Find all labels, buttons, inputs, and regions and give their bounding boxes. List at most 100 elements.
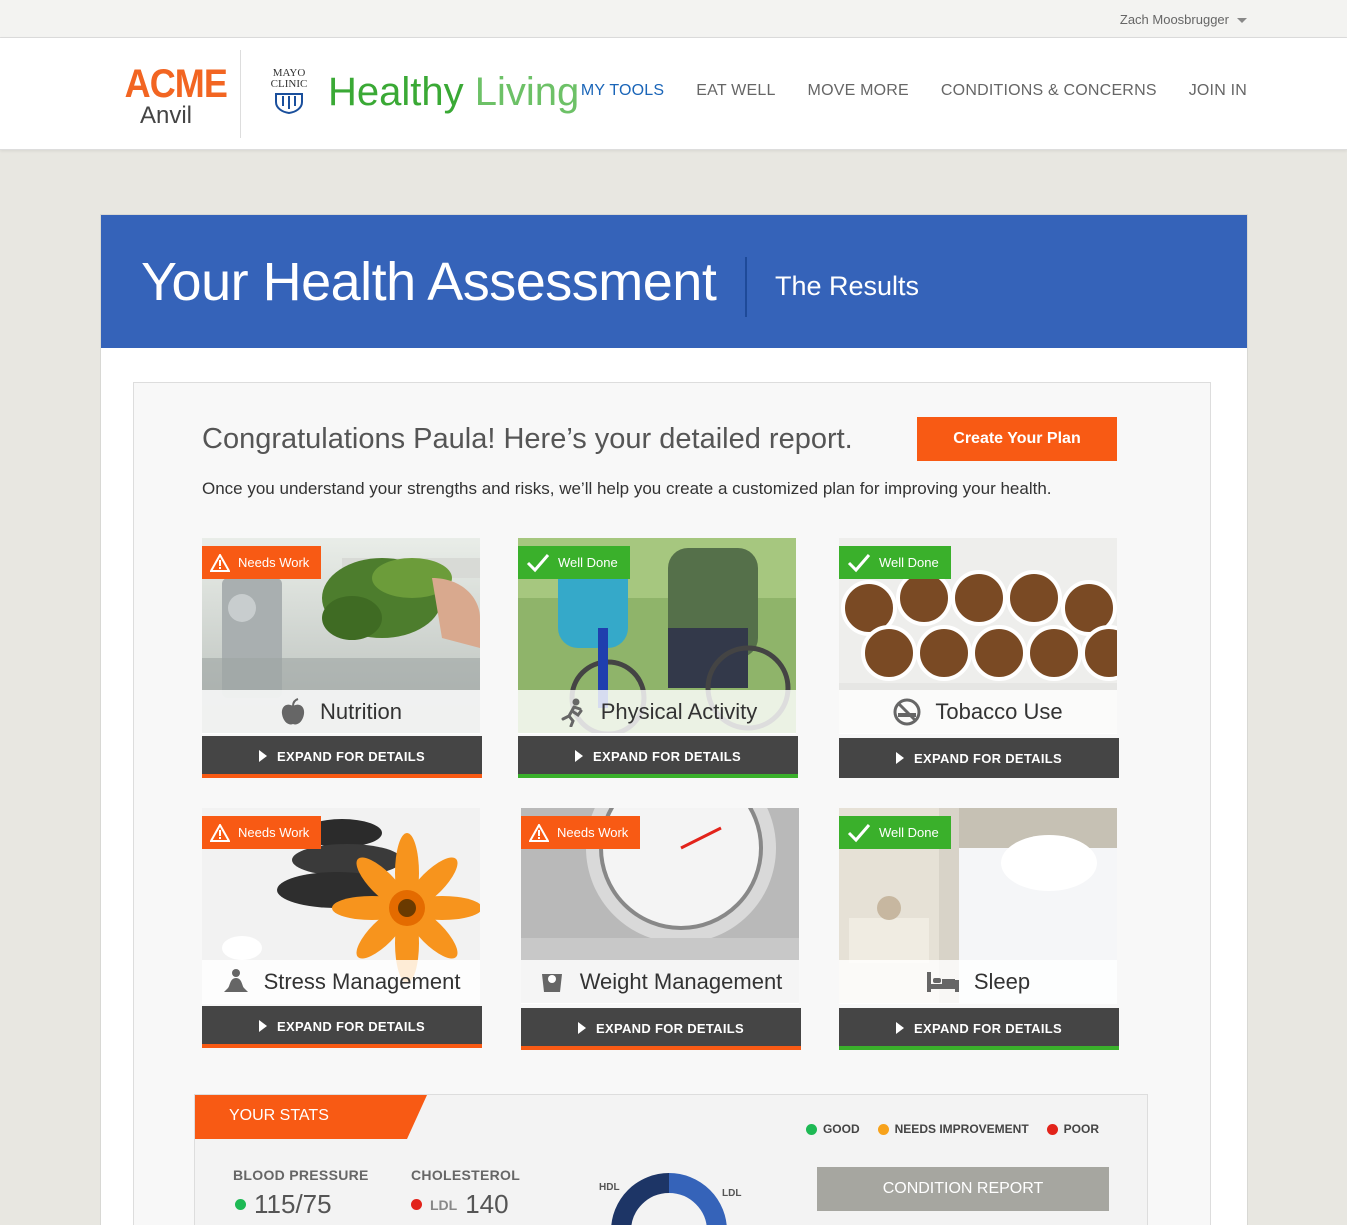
status-badge-label: Needs Work xyxy=(238,555,310,570)
status-underline xyxy=(521,1046,801,1050)
nav-conditions[interactable]: CONDITIONS & CONCERNS xyxy=(941,82,1157,100)
blood-pressure-value: 115/75 xyxy=(235,1189,332,1220)
status-badge-label: Needs Work xyxy=(238,825,310,840)
acme-logo-top: ACME xyxy=(124,62,228,106)
blood-pressure-reading: 115/75 xyxy=(254,1189,332,1219)
expand-details-button[interactable]: EXPAND FOR DETAILS xyxy=(202,736,482,776)
play-icon xyxy=(259,1020,268,1032)
card-nutrition: Needs Work Nutrition EXPAND FOR DETAILS xyxy=(202,538,482,778)
play-icon xyxy=(575,750,584,762)
nav-eat-well[interactable]: EAT WELL xyxy=(696,82,775,100)
main-nav: MY TOOLS EAT WELL MOVE MORE CONDITIONS &… xyxy=(581,82,1247,100)
expand-label: EXPAND FOR DETAILS xyxy=(593,748,741,764)
card-label-bar: Stress Management xyxy=(202,960,480,1004)
mayo-logo-line2: CLINIC xyxy=(270,78,308,90)
apple-icon xyxy=(281,698,305,725)
scale-icon xyxy=(541,974,562,992)
status-dot-icon xyxy=(411,1199,422,1210)
card-weight-management: Needs Work Weight Management EXPAND FOR … xyxy=(521,808,801,1050)
report-heading: Congratulations Paula! Here’s your detai… xyxy=(202,423,853,455)
card-title: Physical Activity xyxy=(600,699,758,724)
status-badge: Needs Work xyxy=(202,816,322,849)
legend-item-poor: POOR xyxy=(1046,1122,1099,1136)
expand-label: EXPAND FOR DETAILS xyxy=(596,1020,744,1036)
legend-item-needs-improvement: NEEDS IMPROVEMENT xyxy=(877,1122,1029,1136)
expand-details-button[interactable]: EXPAND FOR DETAILS xyxy=(839,738,1119,778)
checkmark-icon xyxy=(847,553,871,572)
nav-move-more[interactable]: MOVE MORE xyxy=(808,82,909,100)
legend-label: GOOD xyxy=(822,1122,860,1136)
card-tobacco-use: Well Done Tobacco Use EXPAND FOR DETAILS xyxy=(839,538,1119,778)
card-title: Weight Management xyxy=(579,969,783,994)
status-badge: Needs Work xyxy=(521,816,641,849)
blood-pressure-label: BLOOD PRESSURE xyxy=(233,1167,369,1183)
expand-label: EXPAND FOR DETAILS xyxy=(914,1020,1062,1036)
site-header: ACME Anvil MAYO CLINIC Healthy Living MY… xyxy=(0,38,1347,150)
stats-tab-label: YOUR STATS xyxy=(229,1107,329,1124)
running-icon xyxy=(561,698,583,727)
good-dot-icon xyxy=(805,1123,817,1135)
expand-label: EXPAND FOR DETAILS xyxy=(277,1018,425,1034)
shield-icon xyxy=(275,93,303,114)
status-badge: Needs Work xyxy=(202,546,322,579)
card-label-bar: Physical Activity xyxy=(518,690,796,734)
banner-divider xyxy=(745,257,747,317)
status-badge-label: Needs Work xyxy=(557,825,629,840)
expand-label: EXPAND FOR DETAILS xyxy=(914,750,1062,766)
status-underline xyxy=(518,774,798,778)
checkmark-icon xyxy=(847,823,871,842)
status-legend: GOOD NEEDS IMPROVEMENT POOR xyxy=(805,1122,1099,1136)
legend-label: POOR xyxy=(1063,1122,1099,1136)
play-icon xyxy=(578,1022,587,1034)
logo-word-living: Living xyxy=(474,70,580,114)
chevron-down-icon xyxy=(1237,18,1247,23)
condition-report-button[interactable]: CONDITION REPORT xyxy=(817,1167,1109,1211)
page-title: Your Health Assessment xyxy=(141,252,717,312)
nav-my-tools[interactable]: MY TOOLS xyxy=(581,82,664,100)
header-divider xyxy=(240,50,241,138)
expand-label: EXPAND FOR DETAILS xyxy=(277,748,425,764)
card-physical-activity: Well Done Physical Activity EXPAND FOR D… xyxy=(518,538,798,778)
cholesterol-donut-chart xyxy=(611,1173,727,1225)
user-name: Zach Moosbrugger xyxy=(1119,12,1229,27)
legend-item-good: GOOD xyxy=(805,1122,860,1136)
card-title: Nutrition xyxy=(320,699,402,724)
status-badge-label: Well Done xyxy=(558,555,618,570)
expand-details-button[interactable]: EXPAND FOR DETAILS xyxy=(839,1008,1119,1048)
healthy-living-logo[interactable]: Healthy Living xyxy=(328,70,579,115)
cholesterol-value: LDL 140 xyxy=(411,1189,509,1220)
ldl-prefix: LDL xyxy=(430,1196,458,1213)
card-title: Stress Management xyxy=(263,969,461,994)
create-plan-button[interactable]: Create Your Plan xyxy=(917,417,1117,461)
card-stress-management: Needs Work Stress Management EXPAND FOR … xyxy=(202,808,482,1048)
expand-details-button[interactable]: EXPAND FOR DETAILS xyxy=(521,1008,801,1048)
expand-details-button[interactable]: EXPAND FOR DETAILS xyxy=(202,1006,482,1046)
card-label-bar: Sleep xyxy=(839,960,1117,1004)
status-underline xyxy=(839,1046,1119,1050)
poor-dot-icon xyxy=(1046,1123,1058,1135)
status-badge: Well Done xyxy=(518,546,630,579)
warning-icon xyxy=(529,823,549,842)
status-badge-label: Well Done xyxy=(879,825,939,840)
acme-logo[interactable]: ACME Anvil xyxy=(120,62,228,128)
nav-join-in[interactable]: JOIN IN xyxy=(1189,82,1247,100)
expand-details-button[interactable]: EXPAND FOR DETAILS xyxy=(518,736,798,776)
card-title: Sleep xyxy=(973,969,1031,994)
cholesterol-label: CHOLESTEROL xyxy=(411,1167,521,1183)
no-smoking-icon xyxy=(893,698,921,726)
status-underline xyxy=(202,774,482,778)
play-icon xyxy=(896,752,905,764)
status-badge-label: Well Done xyxy=(879,555,939,570)
report-intro: Once you understand your strengths and r… xyxy=(202,479,1052,498)
main-content: Your Health Assessment The Results Congr… xyxy=(100,214,1248,1225)
needs-improvement-dot-icon xyxy=(877,1123,889,1135)
legend-label: NEEDS IMPROVEMENT xyxy=(894,1122,1029,1136)
user-menu[interactable]: Zach Moosbrugger xyxy=(1120,12,1247,27)
card-sleep: Well Done Sleep EXPAND FOR DETAILS xyxy=(839,808,1119,1050)
your-stats-panel: YOUR STATS GOOD NEEDS IMPROVEMENT POOR B… xyxy=(194,1094,1148,1225)
cholesterol-reading: 140 xyxy=(465,1189,509,1219)
stats-tab: YOUR STATS xyxy=(195,1095,427,1139)
card-label-bar: Nutrition xyxy=(202,690,480,734)
logo-word-healthy: Healthy xyxy=(328,70,464,114)
meditation-icon xyxy=(223,969,248,992)
